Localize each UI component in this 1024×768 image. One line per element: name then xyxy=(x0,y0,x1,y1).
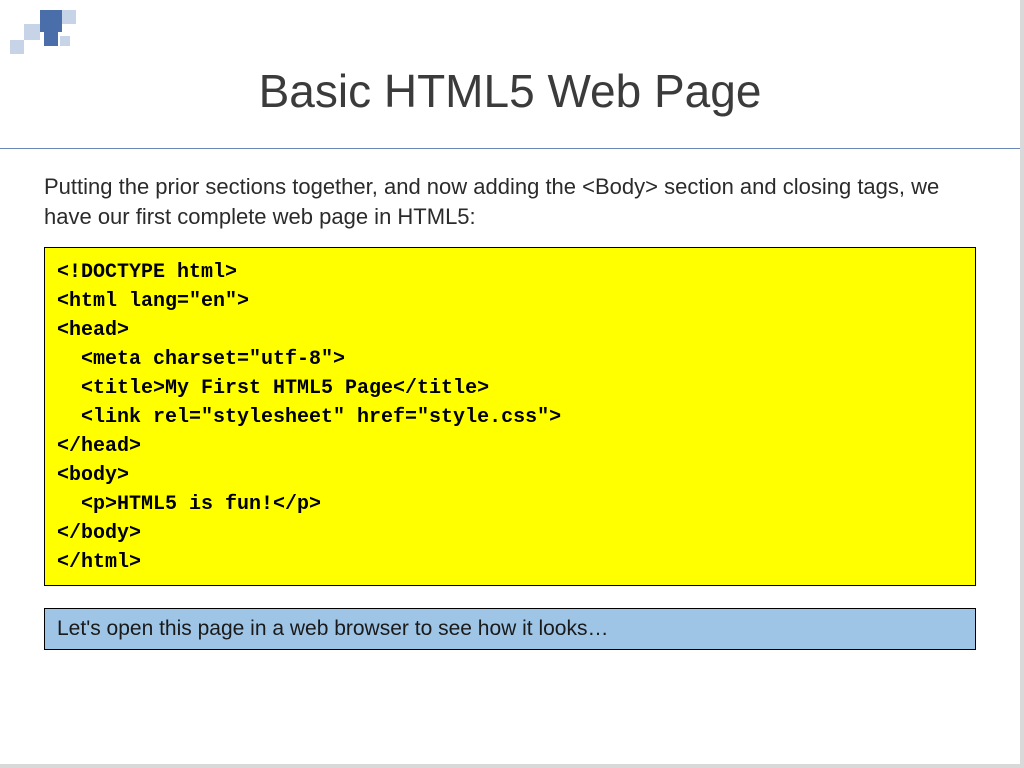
code-line: <title>My First HTML5 Page</title> xyxy=(57,374,963,403)
code-line: <html lang="en"> xyxy=(57,287,963,316)
callout-box: Let's open this page in a web browser to… xyxy=(44,608,976,650)
code-line: <!DOCTYPE html> xyxy=(57,258,963,287)
code-line: <link rel="stylesheet" href="style.css"> xyxy=(57,403,963,432)
content-area: Putting the prior sections together, and… xyxy=(44,172,976,650)
callout-text: Let's open this page in a web browser to… xyxy=(57,617,609,640)
code-block: <!DOCTYPE html> <html lang="en"> <head> … xyxy=(44,247,976,586)
code-line: <head> xyxy=(57,316,963,345)
code-line: <meta charset="utf-8"> xyxy=(57,345,963,374)
title-area: Basic HTML5 Web Page xyxy=(0,64,1020,118)
code-line: <p>HTML5 is fun!</p> xyxy=(57,490,963,519)
code-line: </html> xyxy=(57,548,963,577)
code-line: </head> xyxy=(57,432,963,461)
intro-paragraph: Putting the prior sections together, and… xyxy=(44,172,976,231)
slide-title: Basic HTML5 Web Page xyxy=(0,64,1020,118)
code-line: <body> xyxy=(57,461,963,490)
corner-decoration xyxy=(10,10,76,54)
code-line: </body> xyxy=(57,519,963,548)
slide: Basic HTML5 Web Page Putting the prior s… xyxy=(0,0,1024,768)
title-divider xyxy=(0,148,1020,149)
